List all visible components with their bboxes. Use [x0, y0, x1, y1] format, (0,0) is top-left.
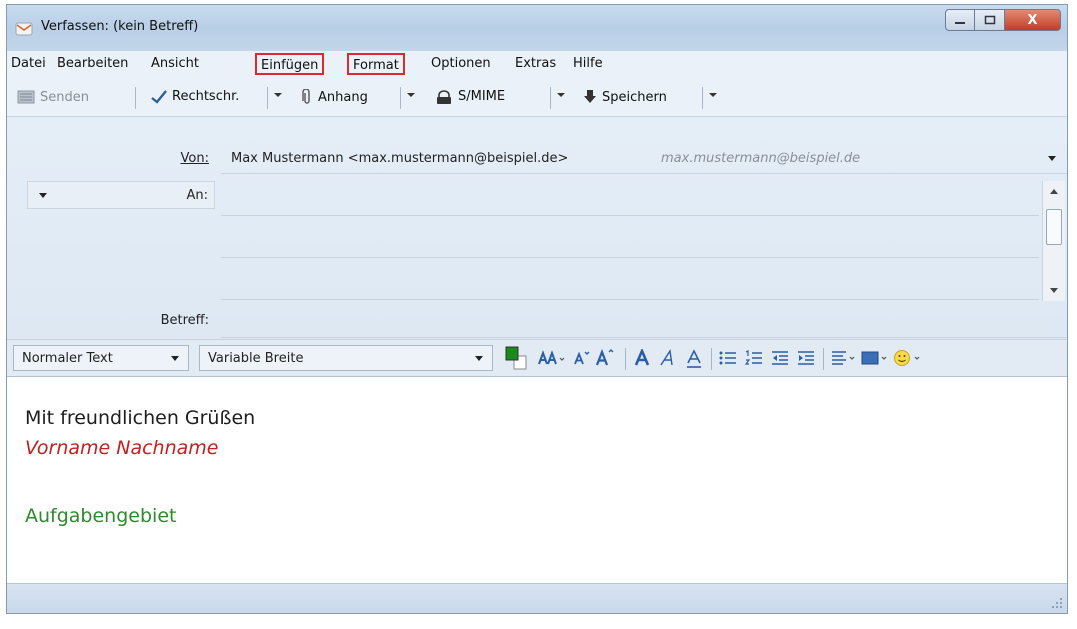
- menu-einfuegen[interactable]: Einfügen: [255, 53, 325, 75]
- save-dropdown-icon[interactable]: [708, 90, 718, 100]
- chevron-down-icon: [1048, 156, 1056, 161]
- indent-icon[interactable]: [797, 350, 815, 366]
- font-select[interactable]: Variable Breite: [199, 345, 493, 371]
- close-button[interactable]: X: [1005, 9, 1061, 31]
- download-arrow-icon: [584, 90, 596, 103]
- font-size-icon[interactable]: [537, 349, 567, 367]
- body-greeting: Mit freundlichen Grüßen: [25, 407, 256, 429]
- format-separator: [625, 348, 626, 370]
- compose-window: Verfassen: (kein Betreff) X Datei Bearbe…: [6, 4, 1068, 614]
- outdent-icon[interactable]: [771, 350, 789, 366]
- to-field-line: [221, 215, 1039, 216]
- maximize-icon: [984, 15, 995, 25]
- body-signature-role: Aufgabengebiet: [25, 505, 177, 527]
- message-body[interactable]: Mit freundlichen Grüßen Vorname Nachname…: [7, 377, 1067, 585]
- toolbar-separator: [702, 87, 703, 109]
- smiley-icon[interactable]: [893, 349, 923, 367]
- to-field-line: [221, 299, 1039, 300]
- toolbar-separator: [267, 87, 268, 109]
- minimize-icon: [955, 22, 965, 24]
- toolbar-separator: [550, 87, 551, 109]
- send-label: Senden: [40, 89, 89, 105]
- window-title: Verfassen: (kein Betreff): [41, 19, 199, 34]
- italic-icon[interactable]: [659, 349, 677, 367]
- format-toolbar: Normaler Text Variable Breite: [7, 339, 1067, 377]
- recipient-type-dropdown[interactable]: An:: [27, 181, 215, 209]
- close-icon: X: [1027, 12, 1038, 28]
- smime-button[interactable]: S/MIME: [435, 89, 505, 104]
- scroll-up-icon[interactable]: [1049, 187, 1059, 195]
- smime-label: S/MIME: [458, 89, 506, 104]
- attach-dropdown-icon[interactable]: [406, 90, 416, 100]
- to-field[interactable]: [221, 181, 1039, 299]
- chevron-down-icon: [171, 356, 179, 361]
- scroll-down-icon[interactable]: [1049, 287, 1059, 295]
- send-icon: [17, 90, 35, 104]
- bold-icon[interactable]: [633, 349, 651, 367]
- paperclip-icon: [302, 89, 310, 104]
- paragraph-format-select[interactable]: Normaler Text: [13, 345, 189, 371]
- from-selector[interactable]: Max Mustermann <max.mustermann@beispiel.…: [221, 145, 1067, 173]
- from-label: Von:: [157, 151, 209, 166]
- resize-grip-icon[interactable]: [1051, 597, 1063, 609]
- smime-dropdown-icon[interactable]: [556, 90, 566, 100]
- to-field-line: [221, 257, 1039, 258]
- lock-icon: [437, 89, 451, 104]
- paragraph-format-value: Normaler Text: [22, 351, 113, 366]
- window-controls: X: [945, 9, 1061, 31]
- compose-app-icon: [15, 22, 33, 36]
- subject-field-line: [221, 337, 1067, 338]
- from-label-text: Von:: [180, 151, 209, 166]
- numbered-list-icon[interactable]: [745, 350, 763, 366]
- menu-extras[interactable]: Extras: [515, 56, 556, 71]
- menu-optionen[interactable]: Optionen: [431, 56, 491, 71]
- spellcheck-label: Rechtschr.: [172, 89, 240, 104]
- bullet-list-icon[interactable]: [719, 350, 737, 366]
- minimize-button[interactable]: [945, 9, 975, 31]
- subject-label: Betreff:: [160, 313, 209, 328]
- menu-bearbeiten[interactable]: Bearbeiten: [57, 56, 128, 71]
- address-headers: Von: Max Mustermann <max.mustermann@beis…: [7, 117, 1067, 339]
- from-identity: max.mustermann@beispiel.de: [661, 151, 861, 166]
- maximize-button[interactable]: [975, 9, 1005, 31]
- scrollbar-thumb[interactable]: [1046, 209, 1062, 245]
- decrease-font-icon[interactable]: [573, 349, 591, 367]
- checkmark-icon: [151, 89, 167, 104]
- menu-hilfe[interactable]: Hilfe: [573, 56, 603, 71]
- spellcheck-button[interactable]: Rechtschr.: [151, 89, 239, 104]
- font-value: Variable Breite: [208, 351, 304, 366]
- to-label: An:: [186, 188, 208, 203]
- menu-datei[interactable]: Datei: [11, 56, 46, 71]
- title-bar[interactable]: Verfassen: (kein Betreff) X: [7, 5, 1067, 51]
- spellcheck-dropdown-icon[interactable]: [273, 90, 283, 100]
- attach-label: Anhang: [318, 89, 368, 105]
- format-separator: [711, 348, 712, 370]
- increase-font-icon[interactable]: [595, 347, 617, 367]
- subject-input[interactable]: [221, 307, 1067, 337]
- from-value: Max Mustermann <max.mustermann@beispiel.…: [231, 151, 569, 166]
- format-separator: [823, 348, 824, 370]
- underline-icon[interactable]: [685, 349, 703, 369]
- toolbar-separator: [400, 87, 401, 109]
- menu-ansicht[interactable]: Ansicht: [151, 56, 199, 71]
- save-label: Speichern: [602, 89, 667, 105]
- align-icon[interactable]: [831, 350, 857, 366]
- compose-toolbar: Senden Rechtschr. Anhang S/MIME Speicher…: [7, 77, 1067, 117]
- text-color-picker-icon[interactable]: [505, 346, 527, 370]
- from-field-line: [221, 173, 1067, 174]
- chevron-down-icon: [475, 356, 483, 361]
- menu-format[interactable]: Format: [347, 53, 405, 75]
- insert-image-icon[interactable]: [861, 350, 889, 366]
- body-signature-name: Vorname Nachname: [25, 437, 219, 459]
- send-button[interactable]: Senden: [17, 89, 89, 105]
- toolbar-separator: [135, 87, 136, 109]
- recipients-scrollbar[interactable]: [1042, 181, 1065, 301]
- chevron-down-icon: [39, 193, 47, 198]
- save-button[interactable]: Speichern: [583, 89, 667, 105]
- menu-bar: Datei Bearbeiten Ansicht Einfügen Format…: [7, 51, 1067, 77]
- attach-button[interactable]: Anhang: [301, 89, 368, 105]
- status-bar: [7, 583, 1067, 613]
